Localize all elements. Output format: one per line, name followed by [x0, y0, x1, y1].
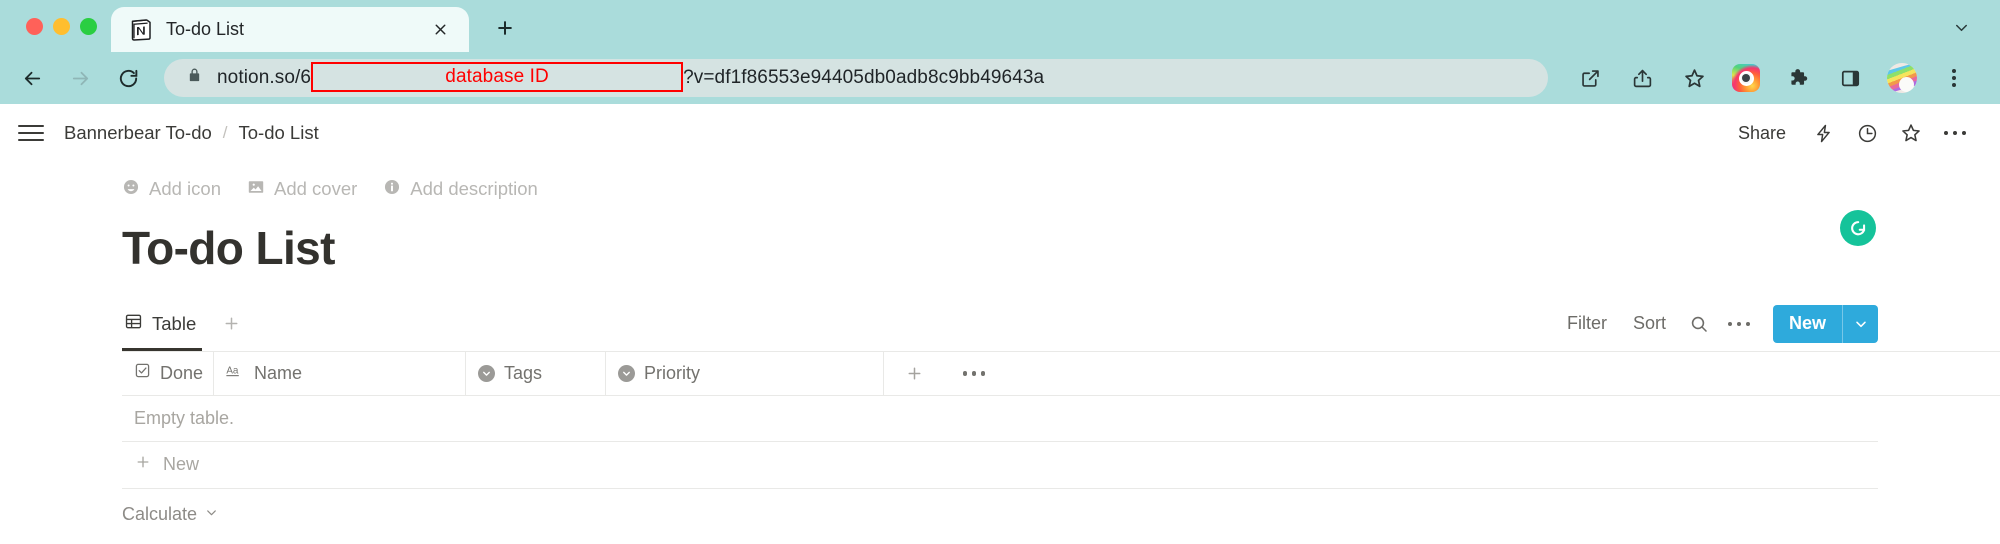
table-new-row-label: New — [163, 454, 200, 475]
database-id-annotation: database ID — [311, 62, 684, 92]
share-icon[interactable] — [1621, 57, 1663, 99]
table-calculate-label: Calculate — [122, 504, 198, 525]
new-record-button[interactable]: New — [1772, 304, 1878, 343]
favorite-star-icon[interactable] — [1892, 114, 1930, 152]
browser-tab[interactable]: To-do List — [111, 7, 469, 52]
grammarly-icon[interactable] — [1840, 210, 1876, 246]
database-view-bar: Table Filter Sort New — [122, 297, 2000, 351]
side-panel-icon[interactable] — [1829, 57, 1871, 99]
browser-tab-title: To-do List — [166, 19, 245, 39]
table-empty-label: Empty table. — [134, 407, 235, 428]
maximize-window-button[interactable] — [80, 17, 97, 35]
profile-avatar-icon[interactable] — [1881, 57, 1923, 99]
notion-content: Add icon Add cover Add description To-do… — [0, 172, 2000, 537]
url-suffix: ?v=df1f86553e94405db0adb8c9bb49643a — [683, 67, 1045, 89]
minimize-window-button[interactable] — [53, 17, 70, 35]
extensions-puzzle-icon[interactable] — [1777, 57, 1819, 99]
breadcrumb-separator: / — [222, 123, 228, 142]
browser-toolbar-icons — [1564, 57, 1980, 99]
lock-icon — [186, 67, 203, 89]
more-options-icon[interactable] — [1936, 114, 1974, 152]
notion-topbar-actions: Share — [1726, 114, 1974, 152]
breadcrumb-workspace[interactable]: Bannerbear To-do — [64, 122, 212, 144]
page-history-clock-icon[interactable] — [1848, 114, 1886, 152]
add-cover-label: Add cover — [274, 178, 358, 199]
window-traffic-lights — [18, 0, 111, 52]
notion-icon — [129, 18, 153, 42]
tab-table-view[interactable]: Table — [122, 297, 203, 351]
tab-table-label: Table — [152, 312, 197, 334]
breadcrumb: Bannerbear To-do / To-do List — [64, 122, 319, 144]
info-icon — [383, 178, 401, 201]
image-icon — [247, 178, 265, 201]
column-header-tags[interactable]: Tags — [466, 351, 606, 395]
database-table: Done Aa Name Tags Priority Empty table. … — [122, 350, 2000, 537]
table-view-icon — [124, 312, 143, 336]
address-bar-url: notion.so/6 database ID ?v=df1f86553e94405… — [217, 62, 1045, 93]
sort-button[interactable]: Sort — [1622, 307, 1677, 340]
checkbox-icon — [134, 362, 151, 384]
address-bar[interactable]: notion.so/6 database ID ?v=df1f86553e94405… — [164, 59, 1548, 97]
browser-tabstrip: To-do List — [0, 0, 2000, 52]
column-header-name[interactable]: Aa Name — [214, 351, 466, 395]
close-window-button[interactable] — [26, 17, 43, 35]
lightning-bolt-icon[interactable] — [1804, 114, 1842, 152]
open-external-icon[interactable] — [1569, 57, 1611, 99]
column-options-icon[interactable] — [944, 352, 1004, 395]
view-more-options-icon[interactable] — [1721, 306, 1757, 342]
notion-page: Bannerbear To-do / To-do List Share Add … — [0, 104, 2000, 544]
column-header-done-label: Done — [160, 362, 204, 383]
emoji-smiley-icon — [122, 178, 140, 201]
browser-toolbar: notion.so/6 database ID ?v=df1f86553e94405… — [0, 52, 2000, 104]
text-aa-icon: Aa — [226, 362, 245, 385]
database-view-controls: Filter Sort New — [1556, 304, 1878, 343]
column-header-done[interactable]: Done — [122, 351, 214, 395]
back-arrow-icon[interactable] — [10, 56, 54, 100]
chrome-menu-icon[interactable] — [1933, 57, 1975, 99]
column-header-name-label: Name — [254, 362, 303, 383]
column-header-priority-label: Priority — [644, 362, 701, 383]
add-column-icon[interactable] — [884, 352, 944, 395]
table-new-row-button[interactable]: New — [122, 442, 1878, 489]
instagram-extension-icon[interactable] — [1725, 57, 1767, 99]
add-description-label: Add description — [410, 178, 538, 199]
add-cover-button[interactable]: Add cover — [247, 178, 357, 201]
table-empty-state: Empty table. — [122, 396, 1878, 442]
breadcrumb-page[interactable]: To-do List — [239, 122, 319, 144]
new-record-label: New — [1788, 313, 1826, 334]
chevron-down-icon[interactable] — [1842, 304, 1878, 343]
table-header-row: Done Aa Name Tags Priority — [122, 351, 2000, 396]
forward-arrow-icon — [58, 56, 102, 100]
bookmark-star-icon[interactable] — [1673, 57, 1715, 99]
filter-button[interactable]: Filter — [1556, 307, 1618, 340]
add-icon-button[interactable]: Add icon — [122, 178, 221, 201]
chevron-down-icon[interactable] — [1944, 10, 1978, 44]
page-title[interactable]: To-do List — [122, 222, 2000, 275]
url-prefix: notion.so/6 — [217, 67, 312, 89]
notion-topbar: Bannerbear To-do / To-do List Share — [0, 104, 2000, 162]
chevron-down-icon — [204, 504, 219, 525]
column-header-tags-label: Tags — [504, 362, 543, 383]
close-icon[interactable] — [427, 17, 453, 43]
search-icon[interactable] — [1681, 306, 1717, 342]
svg-text:Aa: Aa — [226, 365, 239, 376]
hamburger-icon[interactable] — [14, 116, 48, 150]
add-view-plus-icon[interactable] — [214, 307, 248, 341]
add-description-button[interactable]: Add description — [383, 178, 538, 201]
add-icon-label: Add icon — [149, 178, 221, 199]
plus-icon — [134, 453, 152, 476]
reload-icon[interactable] — [106, 56, 150, 100]
select-icon — [478, 364, 495, 382]
column-header-priority[interactable]: Priority — [606, 351, 884, 395]
new-tab-icon[interactable] — [483, 6, 527, 50]
browser-chrome: To-do List notion.so/6 database ID ?v=df… — [0, 0, 2000, 104]
page-add-options: Add icon Add cover Add description — [122, 172, 2000, 206]
select-icon — [618, 364, 635, 382]
table-calculate-button[interactable]: Calculate — [122, 493, 2000, 537]
share-button[interactable]: Share — [1726, 117, 1798, 150]
